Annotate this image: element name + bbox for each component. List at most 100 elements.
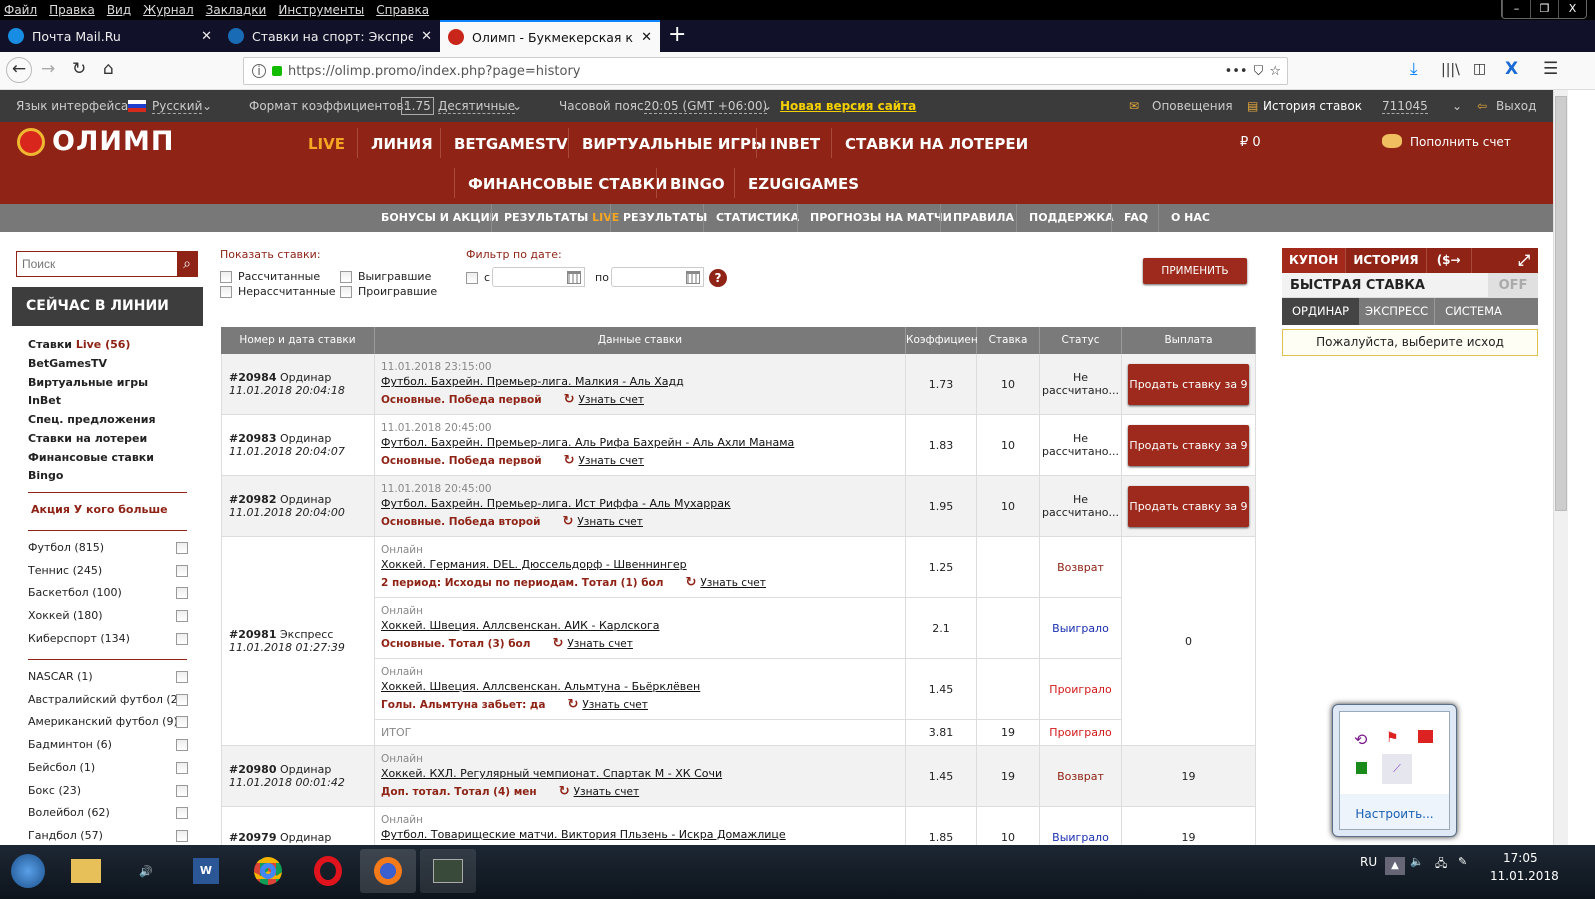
sport-filter[interactable]: NASCAR (1) xyxy=(28,670,188,683)
media-player-icon[interactable]: 🔊 xyxy=(118,849,174,893)
timezone-select[interactable]: 20:05 (GMT +06:00) xyxy=(644,99,768,114)
close-tab-icon[interactable]: ✕ xyxy=(201,29,212,44)
home-button[interactable]: ⌂ xyxy=(103,59,114,79)
search-icon[interactable]: ⌕ xyxy=(177,252,197,276)
checkbox[interactable] xyxy=(466,271,478,284)
logout-link[interactable]: Выход xyxy=(1496,99,1536,113)
sidebar-link[interactable]: BetGamesTV xyxy=(28,357,107,370)
downloads-icon[interactable]: ⤓ xyxy=(1410,59,1418,79)
filter-unsettled[interactable]: Нерассчитанные xyxy=(220,285,336,298)
sidebar-link[interactable]: Спец. предложения xyxy=(28,413,156,426)
sport-filter[interactable]: Теннис (245) xyxy=(28,564,188,577)
bet-number[interactable]: #20981 Экспресс xyxy=(229,628,374,641)
menu-Справка[interactable]: Справка xyxy=(376,3,429,17)
date-from-input[interactable] xyxy=(492,267,585,287)
menu-Правка[interactable]: Правка xyxy=(49,3,95,17)
search-input[interactable] xyxy=(17,252,177,276)
extension-x-icon[interactable]: X xyxy=(1505,59,1518,79)
clock-date[interactable]: 11.01.2018 xyxy=(1490,869,1559,883)
checkbox[interactable] xyxy=(176,564,188,577)
menu-Журнал[interactable]: Журнал xyxy=(143,3,194,17)
nav-ставки на лотереи[interactable]: СТАВКИ НА ЛОТЕРЕИ xyxy=(845,135,1028,153)
url-bar[interactable]: i https://olimp.promo/index.php?page=his… xyxy=(243,57,1288,85)
score-link[interactable]: ↻ Узнать счет xyxy=(562,514,642,529)
bet-number[interactable]: #20982 Ординар xyxy=(229,493,374,506)
odds-format-select[interactable]: Десятичные xyxy=(438,99,516,114)
checkbox[interactable] xyxy=(176,632,188,645)
checkbox[interactable] xyxy=(220,285,232,298)
checkbox[interactable] xyxy=(176,610,188,623)
minimize-button[interactable]: – xyxy=(1502,0,1530,18)
menu-Инструменты[interactable]: Инструменты xyxy=(278,3,364,17)
restore-button[interactable]: ❐ xyxy=(1530,0,1558,18)
sell-bet-button[interactable]: Продать ставку за 9 xyxy=(1128,485,1249,527)
score-link[interactable]: ↻ Узнать счет xyxy=(564,453,644,468)
sidebar-link[interactable]: Финансовые ставки xyxy=(28,451,154,464)
nav-линия[interactable]: ЛИНИЯ xyxy=(371,135,433,153)
sell-bet-button[interactable]: Продать ставку за 9 xyxy=(1128,363,1249,405)
sidebar-link[interactable]: Ставки на лотереи xyxy=(28,432,147,445)
start-button[interactable] xyxy=(0,849,56,893)
nav-финансовые ставки[interactable]: ФИНАНСОВЫЕ СТАВКИ xyxy=(468,175,667,193)
sidebar-link[interactable]: Bingo xyxy=(28,469,63,482)
page-actions-icon[interactable]: ••• xyxy=(1225,64,1248,79)
filter-lost[interactable]: Проигравшие xyxy=(340,285,437,298)
bet-number[interactable]: #20980 Ординар xyxy=(229,763,374,776)
browser-tab[interactable]: Олимп - Букмекерская контор ✕ xyxy=(440,20,660,52)
sell-bet-button[interactable]: Продать ставку за 9 xyxy=(1128,424,1249,466)
tray-app-icon[interactable]: ⟲ xyxy=(1354,730,1367,749)
language-select[interactable]: Русский xyxy=(152,99,203,114)
scrollbar-thumb[interactable] xyxy=(1555,96,1567,511)
library-icon[interactable]: |||\ xyxy=(1441,62,1460,78)
close-tab-icon[interactable]: ✕ xyxy=(421,29,432,44)
apply-button[interactable]: ПРИМЕНИТЬ xyxy=(1143,258,1247,284)
sport-filter[interactable]: Американский футбол (9) xyxy=(28,715,188,729)
score-link[interactable]: ↻ Узнать счет xyxy=(564,392,644,407)
score-link[interactable]: ↻ Узнать счет xyxy=(552,636,632,651)
menu-Вид[interactable]: Вид xyxy=(107,3,131,17)
sport-filter[interactable]: Волейбол (62) xyxy=(28,806,188,820)
sport-filter[interactable]: Гандбол (57) xyxy=(28,829,188,842)
url-text[interactable]: https://olimp.promo/index.php?page=histo… xyxy=(288,64,581,79)
filter-won[interactable]: Выигравшие xyxy=(340,270,431,283)
subnav-item[interactable]: ПРОГНОЗЫ НА МАТЧИ xyxy=(797,204,964,232)
checkbox[interactable] xyxy=(176,807,188,820)
subnav-item[interactable]: FAQ xyxy=(1111,204,1160,232)
bet-number[interactable]: #20983 Ординар xyxy=(229,432,374,445)
checkbox[interactable] xyxy=(340,285,352,298)
sport-filter[interactable]: Бадминтон (6) xyxy=(28,738,188,752)
firefox-icon[interactable] xyxy=(360,849,416,893)
olimp-logo-icon[interactable] xyxy=(17,128,45,156)
bet-number[interactable]: #20984 Ординар xyxy=(229,371,374,384)
subnav-item[interactable]: О НАС xyxy=(1158,204,1222,232)
menu-Закладки[interactable]: Закладки xyxy=(206,3,267,17)
browser-tab[interactable]: Почта Mail.Ru ✕ xyxy=(0,20,220,52)
event-link[interactable]: Хоккей. Швеция. Аллсвенскан. АИК - Карлс… xyxy=(381,619,899,632)
opera-icon[interactable] xyxy=(300,849,356,893)
page-scrollbar[interactable] xyxy=(1553,90,1568,845)
pen-icon[interactable]: ✎ xyxy=(1458,855,1467,868)
event-link[interactable]: Хоккей. КХЛ. Регулярный чемпионат. Спарт… xyxy=(381,767,899,780)
calendar-icon[interactable] xyxy=(686,271,700,284)
expand-icon[interactable]: ⤢ xyxy=(1510,248,1538,273)
calendar-icon[interactable] xyxy=(567,271,581,284)
back-button[interactable]: ← xyxy=(6,57,32,83)
quick-bet-toggle[interactable]: OFF xyxy=(1488,272,1538,298)
sidebar-item-live[interactable]: Ставки Live (56) xyxy=(28,338,130,351)
sport-filter[interactable]: Баскетбол (100) xyxy=(28,586,188,600)
date-to-input[interactable] xyxy=(611,267,704,287)
checkbox[interactable] xyxy=(176,693,188,706)
nav-bingo[interactable]: BINGO xyxy=(670,175,725,193)
browser-tab[interactable]: Ставки на спорт: Экспресс , О ✕ xyxy=(220,20,440,52)
tab-system[interactable]: СИСТЕМА xyxy=(1435,298,1512,325)
sport-filter[interactable]: Хоккей (180) xyxy=(28,609,188,623)
nav-inbet[interactable]: INBET xyxy=(770,135,820,153)
volume-icon[interactable]: 🔈 xyxy=(1410,855,1424,868)
sport-filter[interactable]: Австралийский футбол (2) xyxy=(28,693,188,706)
checkbox[interactable] xyxy=(176,761,188,774)
sport-filter[interactable]: Футбол (815) xyxy=(28,541,188,554)
sport-filter[interactable]: Бейсбол (1) xyxy=(28,761,188,774)
network-icon[interactable]: 🖧 xyxy=(1435,855,1447,874)
clock-time[interactable]: 17:05 xyxy=(1503,851,1538,865)
tray-expand-icon[interactable]: ▲ xyxy=(1385,857,1405,875)
